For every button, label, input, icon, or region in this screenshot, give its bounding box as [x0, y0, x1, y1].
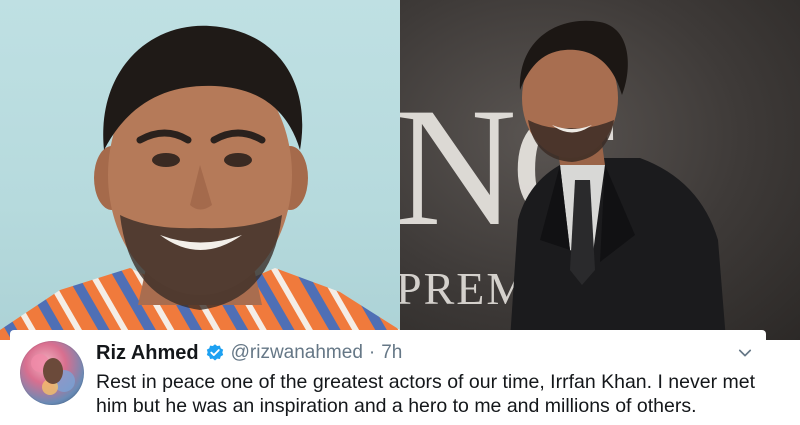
chevron-down-icon[interactable]: [736, 344, 754, 362]
portrait-photo-left: [0, 0, 400, 340]
handle[interactable]: @rizwanahmed: [231, 342, 363, 364]
avatar[interactable]: [20, 341, 84, 405]
portrait-photo-right: NC PREMIEI: [400, 0, 800, 340]
portrait-illustration-right: [510, 20, 726, 340]
separator-dot: ·: [368, 342, 376, 363]
avatar-image: [31, 354, 75, 395]
portrait-illustration-left: [0, 25, 400, 340]
timestamp[interactable]: 7h: [381, 342, 402, 364]
display-name[interactable]: Riz Ahmed: [96, 342, 199, 365]
verified-badge-icon: [206, 344, 223, 361]
tweet-text: Rest in peace one of the greatest actors…: [96, 371, 756, 417]
tweet-card[interactable]: Riz Ahmed @rizwanahmed · 7h Rest in peac…: [10, 330, 766, 425]
tweet-header: Riz Ahmed @rizwanahmed · 7h: [96, 340, 756, 366]
